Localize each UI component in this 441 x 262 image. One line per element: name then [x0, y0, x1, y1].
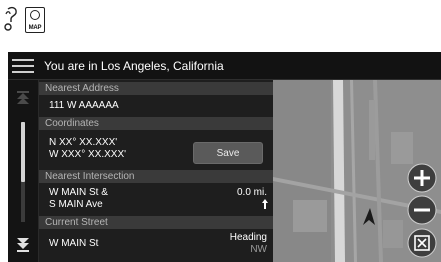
scrollbar[interactable] [8, 80, 39, 262]
map-view-toggle-button[interactable] [407, 228, 437, 258]
current-street-value: W MAIN St [49, 238, 99, 249]
voice-command-icon [4, 6, 17, 31]
nearest-intersection-header: Nearest Intersection [39, 170, 273, 183]
title-bar: You are in Los Angeles, California [8, 52, 441, 80]
intersection-line-1: W MAIN St & [49, 187, 108, 198]
map-button-icon: MAP [25, 7, 45, 33]
location-title: You are in Los Angeles, California [44, 59, 224, 73]
scroll-to-bottom-icon[interactable] [15, 237, 31, 253]
intersection-distance: 0.0 mi. [236, 187, 267, 198]
heading-label: Heading [229, 232, 267, 243]
vehicle-position-icon [363, 208, 375, 225]
menu-icon[interactable] [12, 58, 34, 74]
zoom-out-button[interactable] [407, 195, 437, 225]
location-info-panel: Nearest Address 111 W AAAAAA Coordinates… [39, 80, 273, 262]
scroll-thumb[interactable] [21, 122, 25, 182]
longitude-value: W XXX° XX.XXX' [49, 149, 127, 160]
map-button-label: MAP [28, 25, 42, 31]
direction-arrow-icon [262, 199, 268, 209]
zoom-in-button[interactable] [407, 163, 437, 193]
intersection-line-2: S MAIN Ave [49, 199, 103, 210]
nearest-address-header: Nearest Address [39, 82, 273, 95]
latitude-value: N XX° XX.XXX' [49, 137, 118, 148]
heading-value: NW [250, 244, 267, 255]
save-button[interactable]: Save [193, 142, 263, 164]
doc-icons: MAP [3, 2, 45, 38]
nearest-address-value: 111 W AAAAAA [49, 100, 119, 111]
navigation-screen: You are in Los Angeles, California Neare… [8, 52, 441, 262]
map-view[interactable] [273, 80, 441, 262]
scroll-to-top-icon[interactable] [15, 90, 31, 106]
coordinates-header: Coordinates [39, 117, 273, 130]
current-street-header: Current Street [39, 216, 273, 229]
